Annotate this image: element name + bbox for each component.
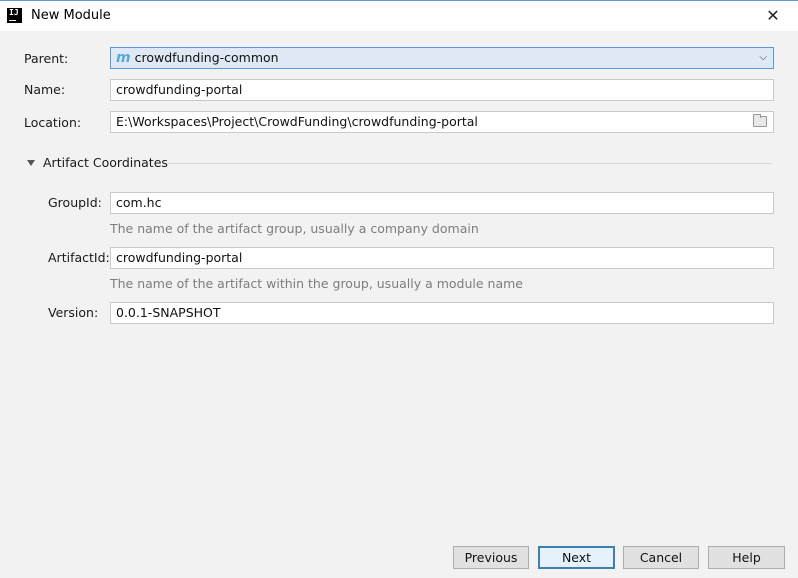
name-field[interactable]: crowdfunding-portal — [110, 79, 774, 101]
version-label: Version: — [48, 305, 99, 320]
artifactid-field[interactable]: crowdfunding-portal — [110, 247, 774, 269]
section-label: Artifact Coordinates — [43, 155, 168, 170]
artifactid-label: ArtifactId: — [48, 250, 110, 265]
parent-select[interactable]: m crowdfunding-common ⌵ — [110, 47, 774, 69]
title-bar: IJ New Module ✕ — [0, 0, 798, 31]
chevron-down-icon[interactable]: ⌵ — [759, 48, 767, 68]
section-divider — [168, 163, 772, 164]
window-title: New Module — [31, 8, 111, 23]
collapse-triangle-icon — [27, 159, 35, 166]
intellij-icon: IJ — [7, 8, 22, 23]
groupid-hint: The name of the artifact group, usually … — [110, 221, 479, 236]
artifact-coordinates-toggle[interactable]: Artifact Coordinates — [27, 155, 168, 170]
next-button[interactable]: Next — [538, 546, 615, 569]
previous-button[interactable]: Previous — [453, 546, 529, 569]
help-button[interactable]: Help — [708, 546, 785, 569]
location-field[interactable]: E:\Workspaces\Project\CrowdFunding\crowd… — [110, 111, 774, 133]
groupid-field[interactable]: com.hc — [110, 192, 774, 214]
cancel-button[interactable]: Cancel — [623, 546, 699, 569]
name-label: Name: — [24, 82, 66, 97]
version-field[interactable]: 0.0.1-SNAPSHOT — [110, 302, 774, 324]
close-icon[interactable]: ✕ — [758, 5, 788, 27]
maven-icon: m — [116, 50, 131, 66]
artifactid-hint: The name of the artifact within the grou… — [110, 276, 523, 291]
location-value: E:\Workspaces\Project\CrowdFunding\crowd… — [116, 114, 478, 129]
folder-icon[interactable] — [753, 114, 767, 127]
location-label: Location: — [24, 115, 82, 130]
parent-label: Parent: — [24, 51, 69, 66]
groupid-label: GroupId: — [48, 195, 102, 210]
parent-value: crowdfunding-common — [134, 50, 279, 65]
